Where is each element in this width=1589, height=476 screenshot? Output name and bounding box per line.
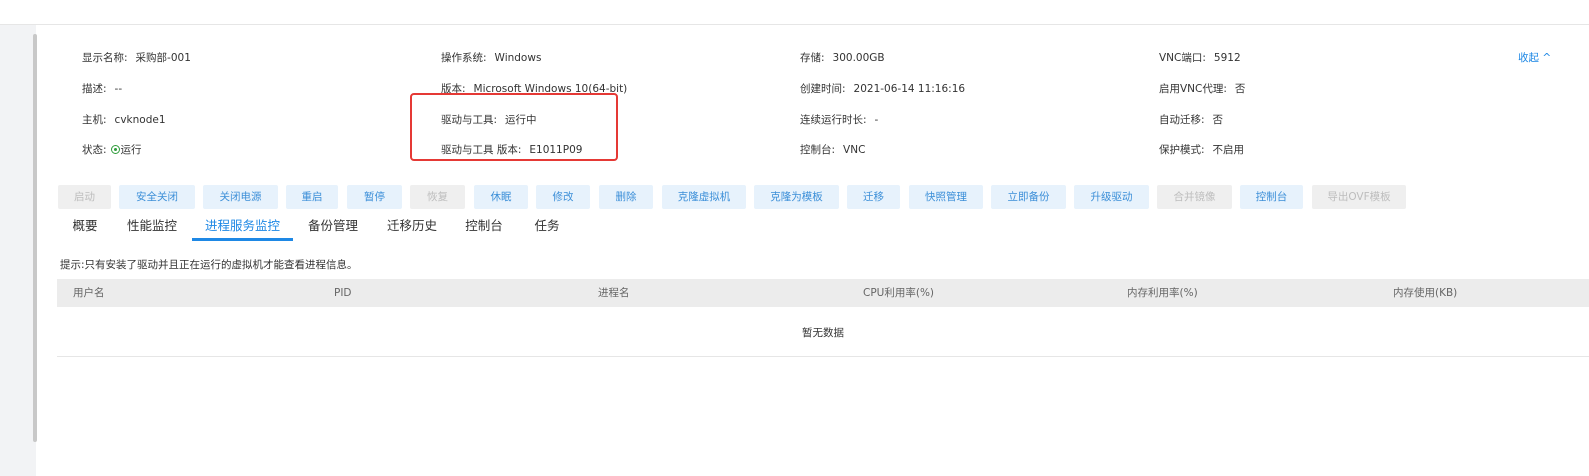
clone-template-button[interactable]: 克隆为模板 (754, 185, 839, 209)
hint-text: 提示:只有安装了驱动并且正在运行的虚拟机才能查看进程信息。 (60, 259, 358, 271)
version-item: 版本: Microsoft Windows 10(64-bit) (441, 81, 627, 96)
description-item: 描述: -- (82, 81, 122, 96)
delete-button[interactable]: 删除 (599, 185, 653, 209)
tab-overview[interactable]: 概要 (66, 216, 104, 240)
vnc-proxy-label: 启用VNC代理: (1159, 83, 1227, 95)
column-header-mem-used[interactable]: 内存使用(KB) (1393, 279, 1457, 307)
created-time-value: 2021-06-14 11:16:16 (853, 83, 966, 95)
driver-tools-label: 驱动与工具: (441, 114, 498, 126)
os-item: 操作系统: Windows (441, 50, 541, 65)
column-header-user[interactable]: 用户名 (73, 279, 105, 307)
os-value: Windows (494, 52, 542, 64)
uptime-label: 连续运行时长: (800, 114, 867, 126)
created-time-label: 创建时间: (800, 83, 846, 95)
running-status-icon (110, 145, 120, 154)
info-row-1: 显示名称: 采购部-001 操作系统: Windows 存储: 300.00GB VN… (82, 50, 1562, 66)
collapse-link[interactable]: 收起 ^ (1518, 50, 1551, 65)
host-item: 主机: cvknode1 (82, 112, 166, 127)
column-header-pid[interactable]: PID (334, 279, 352, 307)
os-label: 操作系统: (441, 52, 487, 64)
export-ovf-button[interactable]: 导出OVF模板 (1312, 185, 1406, 209)
version-label: 版本: (441, 83, 466, 95)
description-label: 描述: (82, 83, 107, 95)
info-row-2: 描述: -- 版本: Microsoft Windows 10(64-bit) 创建… (82, 81, 1562, 97)
auto-migrate-item: 自动迁移: 否 (1159, 112, 1223, 127)
driver-tools-value: 运行中 (505, 114, 537, 126)
driver-tools-item: 驱动与工具: 运行中 (441, 112, 537, 127)
tab-console[interactable]: 控制台 (460, 216, 508, 240)
display-name-label: 显示名称: (82, 52, 128, 64)
column-header-mem-rate[interactable]: 内存利用率(%) (1127, 279, 1198, 307)
vnc-proxy-item: 启用VNC代理: 否 (1159, 81, 1245, 96)
column-header-process[interactable]: 进程名 (598, 279, 630, 307)
driver-version-item: 驱动与工具 版本: E1011P09 (441, 142, 582, 157)
column-header-cpu[interactable]: CPU利用率(%) (863, 279, 934, 307)
display-name-value: 采购部-001 (135, 52, 191, 64)
scrollbar[interactable] (33, 34, 37, 442)
console-value: VNC (843, 144, 866, 156)
clone-vm-button[interactable]: 克隆虚拟机 (662, 185, 746, 209)
hibernate-button[interactable]: 休眠 (474, 185, 528, 209)
status-label: 状态: (82, 144, 107, 156)
console-button[interactable]: 控制台 (1240, 185, 1303, 209)
protect-mode-item: 保护模式: 不启用 (1159, 142, 1244, 157)
tab-backup[interactable]: 备份管理 (303, 216, 363, 240)
tab-process-monitor[interactable]: 进程服务监控 (192, 216, 293, 240)
protect-mode-label: 保护模式: (1159, 144, 1205, 156)
migrate-button[interactable]: 迁移 (847, 185, 900, 209)
created-time-item: 创建时间: 2021-06-14 11:16:16 (800, 81, 965, 96)
backup-now-button[interactable]: 立即备份 (991, 185, 1066, 209)
resume-button[interactable]: 恢复 (410, 185, 465, 209)
snapshot-button[interactable]: 快照管理 (909, 185, 983, 209)
auto-migrate-label: 自动迁移: (1159, 114, 1205, 126)
status-value: 运行 (120, 144, 142, 156)
empty-data-text: 暂无数据 (802, 327, 844, 339)
merge-image-button[interactable]: 合并镜像 (1157, 185, 1232, 209)
uptime-item: 连续运行时长: - (800, 112, 878, 127)
vnc-port-label: VNC端口: (1159, 52, 1206, 64)
info-row-4: 状态: 运行 驱动与工具 版本: E1011P09 控制台: VNC 保护模式: 不启用 (82, 142, 1562, 158)
console-item: 控制台: VNC (800, 142, 865, 157)
info-row-3: 主机: cvknode1 驱动与工具: 运行中 连续运行时长: - 自动迁移: 否 (82, 112, 1562, 128)
vnc-proxy-value: 否 (1234, 83, 1246, 95)
storage-value: 300.00GB (832, 52, 885, 64)
storage-item: 存储: 300.00GB (800, 50, 885, 65)
host-value: cvknode1 (114, 114, 166, 126)
driver-version-label: 驱动与工具 版本: (441, 144, 522, 156)
vnc-port-item: VNC端口: 5912 (1159, 50, 1241, 65)
display-name-item: 显示名称: 采购部-001 (82, 50, 191, 65)
status-item: 状态: 运行 (82, 142, 142, 157)
top-bar (0, 0, 1589, 25)
restart-button[interactable]: 重启 (286, 185, 338, 209)
tab-performance[interactable]: 性能监控 (122, 216, 182, 240)
modify-button[interactable]: 修改 (536, 185, 590, 209)
vnc-port-value: 5912 (1213, 52, 1241, 64)
left-sidebar-area (0, 25, 36, 476)
table-empty-row: 暂无数据 (57, 307, 1589, 357)
protect-mode-value: 不启用 (1212, 144, 1245, 156)
active-tab-indicator (192, 238, 293, 241)
description-value: -- (114, 83, 123, 95)
table-header: 用户名 PID 进程名 CPU利用率(%) 内存利用率(%) 内存使用(KB) (57, 279, 1589, 307)
host-label: 主机: (82, 114, 107, 126)
uptime-value: - (874, 114, 879, 126)
storage-label: 存储: (800, 52, 825, 64)
driver-version-value: E1011P09 (529, 144, 583, 156)
console-label: 控制台: (800, 144, 836, 156)
pause-button[interactable]: 暂停 (347, 185, 402, 209)
power-off-button[interactable]: 关闭电源 (203, 185, 278, 209)
version-value: Microsoft Windows 10(64-bit) (473, 83, 628, 95)
auto-migrate-value: 否 (1212, 114, 1224, 126)
start-button[interactable]: 启动 (58, 185, 111, 209)
upgrade-driver-button[interactable]: 升级驱动 (1074, 185, 1149, 209)
tab-tasks[interactable]: 任务 (528, 216, 566, 240)
tab-migration-history[interactable]: 迁移历史 (382, 216, 442, 240)
safe-shutdown-button[interactable]: 安全关闭 (119, 185, 195, 209)
